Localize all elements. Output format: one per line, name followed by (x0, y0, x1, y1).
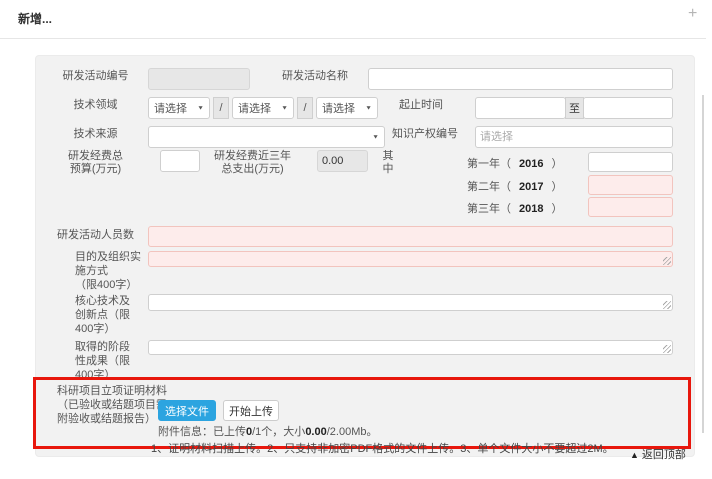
tech-field-select-2-value: 请选择 (238, 100, 271, 116)
page-title: 新增... (18, 10, 52, 27)
tech-field-separator-1: / (213, 97, 229, 119)
date-end-input[interactable] (583, 97, 673, 119)
attachment-info: 附件信息：已上传0/1个，大小0.00/2.00Mb。 (158, 423, 377, 439)
chevron-down-icon: ▼ (281, 105, 288, 111)
back-to-top-link[interactable]: ▲返回顶部 (630, 446, 686, 462)
result-textarea[interactable] (148, 340, 673, 355)
date-range-label: 起止时间 (375, 99, 467, 112)
tech-field-select-1-value: 请选择 (154, 100, 187, 116)
ip-no-label: 知识产权编号 (375, 128, 475, 141)
tech-source-select[interactable]: ▼ (148, 126, 385, 148)
choose-file-button[interactable]: 选择文件 (158, 400, 216, 421)
resize-handle-icon[interactable] (663, 301, 671, 309)
activity-no-input[interactable] (148, 68, 250, 90)
back-to-top-label: 返回顶部 (642, 449, 686, 461)
tech-field-select-2[interactable]: 请选择 ▼ (232, 97, 294, 119)
purpose-textarea[interactable] (148, 251, 673, 267)
upload-tips: 1、证明材料扫描上传。2、只支持非加密PDF格式的文件上传。3、单个文件大小不要… (151, 440, 614, 456)
scrollbar[interactable] (702, 95, 704, 433)
year-2-label: 第二年（2017） (467, 178, 562, 194)
tech-field-select-1[interactable]: 请选择 ▼ (148, 97, 210, 119)
date-start-input[interactable] (475, 97, 566, 119)
page: 新增... + 研发活动编号 研发活动名称 技术领域 请选择 ▼ / 请选择 ▼… (0, 0, 712, 479)
tech-field-select-3[interactable]: 请选择 ▼ (316, 97, 378, 119)
date-to-label: 至 (565, 97, 584, 119)
budget-label: 研发经费总 预算(万元) (43, 150, 148, 176)
spent-input[interactable] (317, 150, 368, 172)
chevron-down-icon: ▼ (197, 105, 204, 111)
year-1-input[interactable] (588, 152, 673, 172)
core-textarea[interactable] (148, 294, 673, 311)
chevron-down-icon: ▼ (365, 105, 372, 111)
plus-icon[interactable]: + (688, 6, 697, 22)
tech-field-separator-2: / (297, 97, 313, 119)
resize-handle-icon[interactable] (663, 257, 671, 265)
tech-field-select-3-value: 请选择 (322, 100, 355, 116)
year-2-input[interactable] (588, 175, 673, 195)
tech-source-label: 技术来源 (43, 128, 148, 141)
staff-label: 研发活动人员数 (43, 229, 148, 242)
year-3-label: 第三年（2018） (467, 200, 562, 216)
activity-no-label: 研发活动编号 (43, 70, 148, 83)
year-3-input[interactable] (588, 197, 673, 217)
triangle-up-icon: ▲ (630, 450, 639, 460)
resize-handle-icon[interactable] (663, 345, 671, 353)
header-divider (0, 38, 706, 39)
staff-input[interactable] (148, 226, 673, 247)
activity-name-label: 研发活动名称 (265, 70, 365, 83)
activity-name-input[interactable] (368, 68, 673, 90)
ip-no-input[interactable] (475, 126, 673, 148)
start-upload-button[interactable]: 开始上传 (223, 400, 279, 421)
year-1-label: 第一年（2016） (467, 155, 562, 171)
among-label: 其 中 (381, 150, 395, 176)
tech-field-label: 技术领域 (43, 99, 148, 112)
spent-label: 研发经费近三年 总支出(万元) (190, 150, 315, 176)
